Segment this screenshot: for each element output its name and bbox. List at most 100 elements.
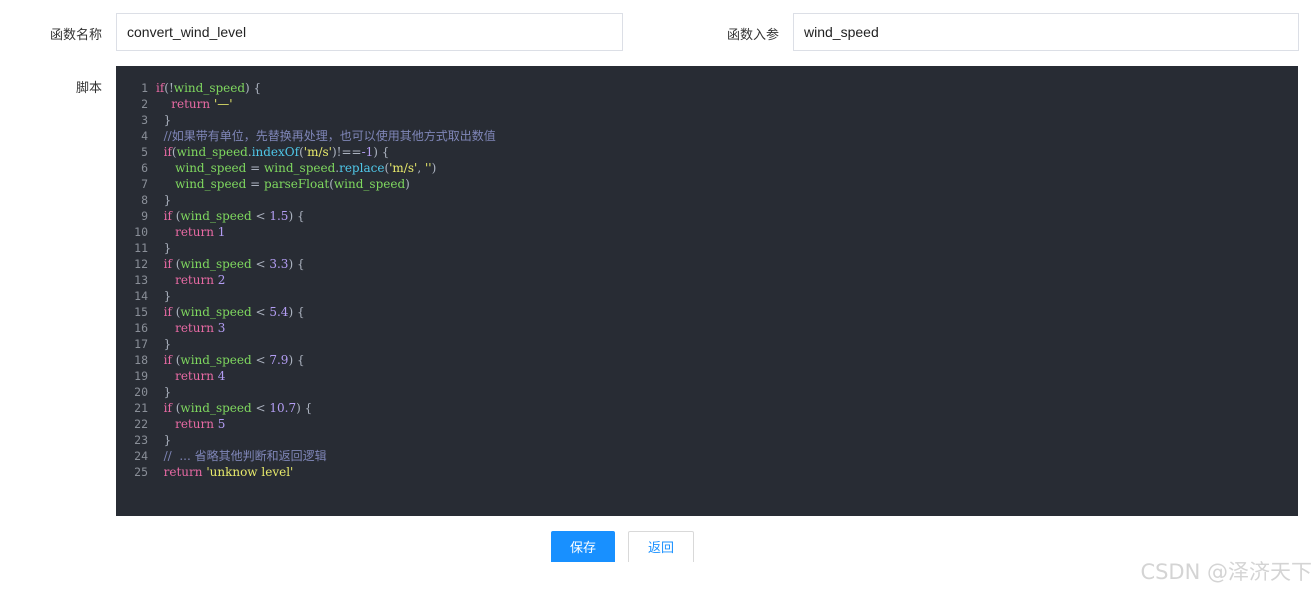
code-line[interactable]: 2 return '—'	[116, 96, 1298, 112]
line-number: 23	[134, 433, 148, 447]
code-line[interactable]: 9 if (wind_speed < 1.5) {	[116, 208, 1298, 224]
code-line[interactable]: 12 if (wind_speed < 3.3) {	[116, 256, 1298, 272]
code-token: <	[251, 257, 270, 271]
line-number: 25	[134, 465, 148, 479]
code-token: if	[163, 353, 172, 367]
code-token: 3.3	[269, 257, 289, 271]
code-line[interactable]: 13 return 2	[116, 272, 1298, 288]
code-line[interactable]: 15 if (wind_speed < 5.4) {	[116, 304, 1298, 320]
code-token: indexOf	[251, 145, 300, 159]
code-text: wind_speed = wind_speed.replace('m/s', '…	[156, 160, 436, 176]
code-line[interactable]: 7 wind_speed = parseFloat(wind_speed)	[116, 176, 1298, 192]
code-token: 3	[217, 321, 226, 335]
line-number: 11	[134, 241, 148, 255]
code-token: (!	[164, 81, 174, 95]
code-token: wind_speed	[180, 257, 252, 271]
code-token: ,	[417, 161, 425, 175]
code-token: return	[175, 369, 214, 383]
code-text: return 5	[156, 416, 225, 432]
code-token: =	[246, 177, 265, 191]
code-line[interactable]: 5 if(wind_speed.indexOf('m/s')!==-1) {	[116, 144, 1298, 160]
code-token: return	[171, 97, 211, 111]
code-text: if(wind_speed.indexOf('m/s')!==-1) {	[156, 144, 390, 160]
code-token: }	[156, 193, 172, 207]
code-line[interactable]: 19 return 4	[116, 368, 1298, 384]
function-name-input[interactable]	[116, 13, 623, 51]
code-token: if	[163, 401, 172, 415]
code-editor[interactable]: 1 if(!wind_speed) {2 return '—' 3 } 4 //如果带…	[116, 66, 1298, 516]
code-token: replace	[339, 161, 385, 175]
code-text: }	[156, 336, 172, 352]
code-token: ) {	[288, 209, 305, 223]
code-token: 7.9	[269, 353, 289, 367]
code-token: =	[246, 161, 265, 175]
code-token: if	[163, 145, 172, 159]
code-token: //如果带有单位，先替换再处理，也可以使用其他方式取出数值	[156, 129, 496, 143]
line-number: 17	[134, 337, 148, 351]
code-token: if	[163, 209, 172, 223]
code-line[interactable]: 20 }	[116, 384, 1298, 400]
code-token: wind_speed	[173, 81, 246, 95]
line-number: 14	[134, 289, 148, 303]
code-token: ''	[424, 161, 432, 175]
code-line[interactable]: 11 }	[116, 240, 1298, 256]
code-line[interactable]: 16 return 3	[116, 320, 1298, 336]
code-text: }	[156, 192, 172, 208]
code-text: }	[156, 432, 172, 448]
code-line[interactable]: 22 return 5	[116, 416, 1298, 432]
code-token: wind_speed	[180, 209, 252, 223]
code-token: -1	[361, 145, 374, 159]
code-token: ) {	[296, 401, 313, 415]
code-token: return	[175, 321, 214, 335]
code-line[interactable]: 3 }	[116, 112, 1298, 128]
line-number: 4	[141, 129, 148, 143]
code-token: 2	[217, 273, 226, 287]
code-line[interactable]: 6 wind_speed = wind_speed.replace('m/s',…	[116, 160, 1298, 176]
code-text: if (wind_speed < 5.4) {	[156, 304, 305, 320]
code-line[interactable]: 24 // ... 省略其他判断和返回逻辑	[116, 448, 1298, 464]
code-token: <	[251, 209, 270, 223]
code-text: }	[156, 240, 172, 256]
code-token: 'm/s'	[389, 161, 418, 175]
code-line[interactable]: 4 //如果带有单位，先替换再处理，也可以使用其他方式取出数值	[116, 128, 1298, 144]
code-line[interactable]: 1 if(!wind_speed) {	[116, 80, 1298, 96]
code-token: ) {	[245, 81, 262, 95]
code-text: if(!wind_speed) {	[156, 80, 261, 96]
line-number: 20	[134, 385, 148, 399]
line-number: 9	[141, 209, 148, 223]
code-line[interactable]: 14 }	[116, 288, 1298, 304]
code-text: }	[156, 288, 172, 304]
line-number: 21	[134, 401, 148, 415]
back-button[interactable]: 返回	[628, 531, 694, 565]
code-line[interactable]: 25 return 'unknow level'	[116, 464, 1298, 480]
code-line[interactable]: 10 return 1	[116, 224, 1298, 240]
code-line[interactable]: 8 }	[116, 192, 1298, 208]
code-text: }	[156, 112, 172, 128]
code-token: 5.4	[269, 305, 289, 319]
code-line[interactable]: 18 if (wind_speed < 7.9) {	[116, 352, 1298, 368]
code-line[interactable]: 17 }	[116, 336, 1298, 352]
code-text: return 1	[156, 224, 225, 240]
code-token: wind_speed	[175, 177, 247, 191]
code-token: ) {	[288, 353, 305, 367]
code-token: )!==	[331, 145, 362, 159]
code-line[interactable]: 21 if (wind_speed < 10.7) {	[116, 400, 1298, 416]
code-line[interactable]: 23 }	[116, 432, 1298, 448]
code-token: 4	[217, 369, 226, 383]
line-number: 22	[134, 417, 148, 431]
save-button[interactable]: 保存	[551, 531, 615, 565]
code-text: return 'unknow level'	[156, 464, 294, 480]
function-param-input[interactable]	[793, 13, 1299, 51]
line-number: 10	[134, 225, 148, 239]
code-token: 'unknow level'	[206, 465, 294, 479]
